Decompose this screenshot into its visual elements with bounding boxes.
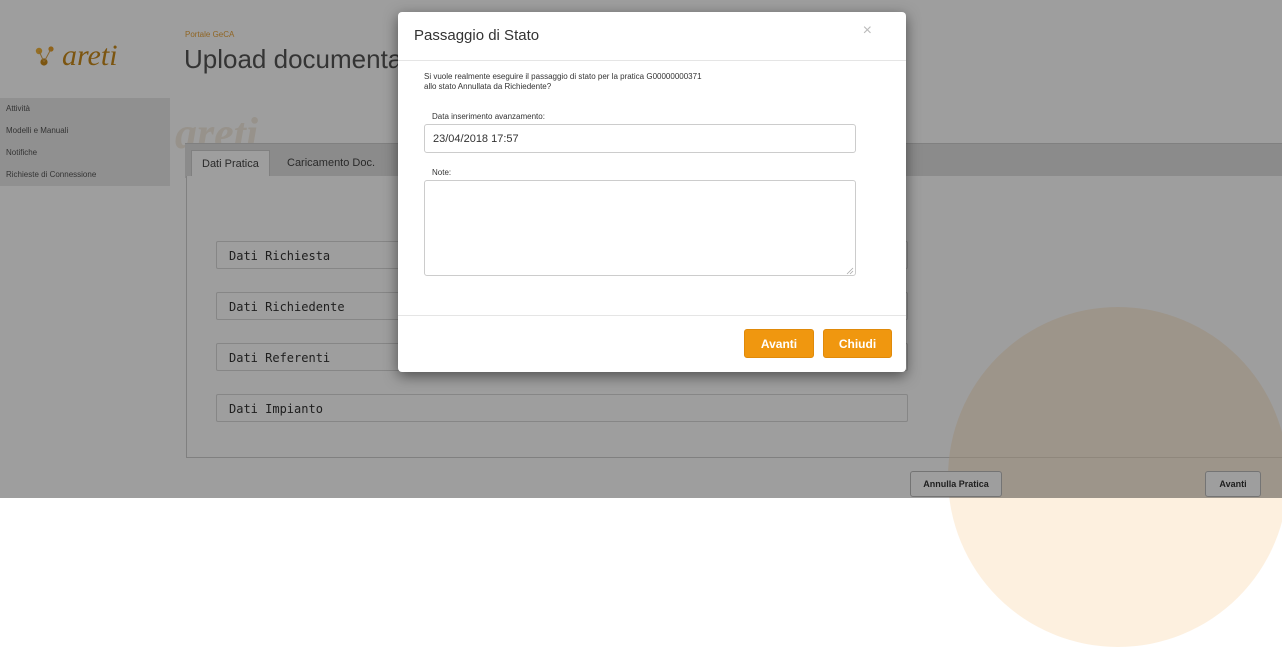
close-icon[interactable]: × — [863, 22, 872, 40]
chiudi-button[interactable]: Chiudi — [823, 329, 892, 358]
avanti-button[interactable]: Avanti — [744, 329, 814, 358]
message-line-2: allo stato Annullata da Richiedente? — [424, 82, 552, 91]
passaggio-stato-dialog: Passaggio di Stato × Si vuole realmente … — [398, 12, 906, 372]
modal-body: Si vuole realmente eseguire il passaggio… — [398, 61, 906, 315]
modal-footer: Avanti Chiudi — [398, 315, 906, 373]
note-label: Note: — [432, 168, 452, 177]
modal-header: Passaggio di Stato × — [398, 12, 906, 61]
note-textarea[interactable] — [424, 180, 856, 276]
date-input[interactable] — [424, 124, 856, 153]
modal-title: Passaggio di Stato — [414, 27, 540, 44]
resize-grip-icon[interactable] — [846, 267, 854, 275]
confirmation-message: Si vuole realmente eseguire il passaggio… — [424, 72, 864, 92]
date-label: Data inserimento avanzamento: — [432, 112, 545, 121]
message-line-1: Si vuole realmente eseguire il passaggio… — [424, 72, 702, 81]
